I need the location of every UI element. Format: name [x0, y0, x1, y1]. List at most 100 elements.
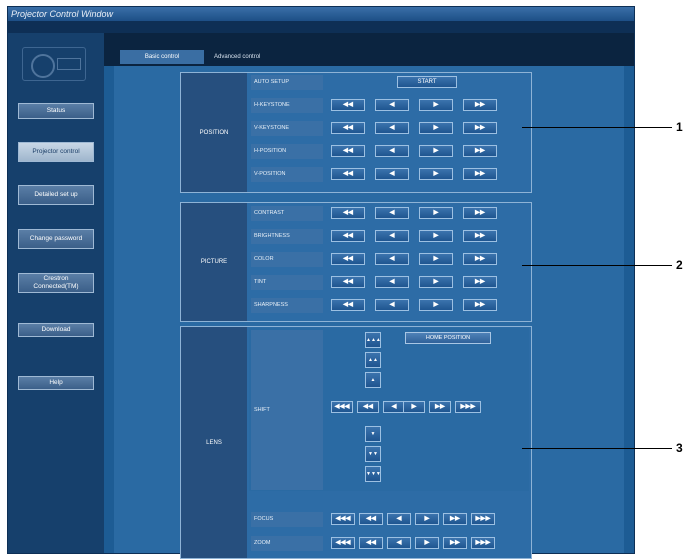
shift-right-medium-button[interactable]: ▶▶ [429, 401, 451, 413]
color-fast-right-button[interactable]: ▶▶ [463, 253, 497, 265]
zoom-fast-left-button[interactable]: ◀◀◀ [331, 537, 355, 549]
zoom-medium-left-button[interactable]: ◀◀ [359, 537, 383, 549]
shift-left-slow-button[interactable]: ◀ [383, 401, 405, 413]
contrast-fast-left-button[interactable]: ◀◀ [331, 207, 365, 219]
sidebar-item-crestron-connected[interactable]: Crestron Connected(TM) [18, 273, 94, 293]
h-keystone-left-button[interactable]: ◀ [375, 99, 409, 111]
brightness-left-button[interactable]: ◀ [375, 230, 409, 242]
sharpness-fast-right-button[interactable]: ▶▶ [463, 299, 497, 311]
contrast-right-button[interactable]: ▶ [419, 207, 453, 219]
picture-section-label: PICTURE [181, 203, 247, 321]
tint-fast-left-button[interactable]: ◀◀ [331, 276, 365, 288]
v-position-left-button[interactable]: ◀ [375, 168, 409, 180]
callout-number-2: 2 [676, 258, 683, 272]
projector-control-window: Projector Control Window Status Projecto… [7, 6, 635, 559]
h-keystone-row: H-KEYSTONE ◀◀ ◀ ▶ ▶▶ [249, 97, 529, 114]
v-keystone-fast-left-button[interactable]: ◀◀ [331, 122, 365, 134]
h-keystone-right-button[interactable]: ▶ [419, 99, 453, 111]
color-left-button[interactable]: ◀ [375, 253, 409, 265]
v-position-label: V-POSITION [251, 167, 323, 182]
brightness-label: BRIGHTNESS [251, 229, 323, 244]
h-keystone-fast-right-button[interactable]: ▶▶ [463, 99, 497, 111]
h-position-left-button[interactable]: ◀ [375, 145, 409, 157]
focus-medium-left-button[interactable]: ◀◀ [359, 513, 383, 525]
picture-panel: PICTURE CONTRAST ◀◀ ◀ ▶ ▶▶ BRIGHTNESS ◀◀… [180, 202, 532, 322]
h-position-right-button[interactable]: ▶ [419, 145, 453, 157]
focus-slow-right-button[interactable]: ▶ [415, 513, 439, 525]
focus-slow-left-button[interactable]: ◀ [387, 513, 411, 525]
contrast-row: CONTRAST ◀◀ ◀ ▶ ▶▶ [249, 205, 529, 222]
focus-medium-right-button[interactable]: ▶▶ [443, 513, 467, 525]
zoom-fast-right-button[interactable]: ▶▶▶ [471, 537, 495, 549]
focus-fast-left-button[interactable]: ◀◀◀ [331, 513, 355, 525]
v-keystone-row: V-KEYSTONE ◀◀ ◀ ▶ ▶▶ [249, 120, 529, 137]
callout-line-2 [522, 265, 672, 266]
zoom-slow-left-button[interactable]: ◀ [387, 537, 411, 549]
shift-up-slow-button[interactable]: ▲ [365, 372, 381, 388]
sidebar-item-help[interactable]: Help [18, 376, 94, 390]
v-position-row: V-POSITION ◀◀ ◀ ▶ ▶▶ [249, 166, 529, 183]
position-section-label: POSITION [181, 73, 247, 192]
h-position-fast-left-button[interactable]: ◀◀ [331, 145, 365, 157]
v-keystone-label: V-KEYSTONE [251, 121, 323, 136]
v-position-fast-right-button[interactable]: ▶▶ [463, 168, 497, 180]
sidebar-item-projector-control[interactable]: Projector control [18, 142, 94, 162]
sidebar: Status Projector control Detailed set up… [8, 33, 104, 553]
sharpness-label: SHARPNESS [251, 298, 323, 313]
auto-setup-label: AUTO SETUP [251, 75, 323, 90]
sharpness-left-button[interactable]: ◀ [375, 299, 409, 311]
v-position-fast-left-button[interactable]: ◀◀ [331, 168, 365, 180]
h-keystone-label: H-KEYSTONE [251, 98, 323, 113]
sidebar-item-detailed-set-up[interactable]: Detailed set up [18, 185, 94, 205]
shift-up-medium-button[interactable]: ▲▲ [365, 352, 381, 368]
focus-fast-right-button[interactable]: ▶▶▶ [471, 513, 495, 525]
tab-advanced-control[interactable]: Advanced control [208, 50, 300, 64]
brightness-fast-left-button[interactable]: ◀◀ [331, 230, 365, 242]
brightness-fast-right-button[interactable]: ▶▶ [463, 230, 497, 242]
v-keystone-fast-right-button[interactable]: ▶▶ [463, 122, 497, 134]
tab-basic-control[interactable]: Basic control [120, 50, 204, 64]
top-strip [8, 21, 634, 33]
auto-setup-start-button[interactable]: START [397, 76, 457, 88]
h-keystone-fast-left-button[interactable]: ◀◀ [331, 99, 365, 111]
sharpness-fast-left-button[interactable]: ◀◀ [331, 299, 365, 311]
shift-right-slow-button[interactable]: ▶ [403, 401, 425, 413]
tint-label: TINT [251, 275, 323, 290]
h-position-label: H-POSITION [251, 144, 323, 159]
h-position-fast-right-button[interactable]: ▶▶ [463, 145, 497, 157]
shift-down-fast-button[interactable]: ▼▼▼ [365, 466, 381, 482]
shift-down-slow-button[interactable]: ▼ [365, 426, 381, 442]
tint-fast-right-button[interactable]: ▶▶ [463, 276, 497, 288]
v-keystone-right-button[interactable]: ▶ [419, 122, 453, 134]
sharpness-right-button[interactable]: ▶ [419, 299, 453, 311]
v-keystone-left-button[interactable]: ◀ [375, 122, 409, 134]
tint-right-button[interactable]: ▶ [419, 276, 453, 288]
callout-line-3 [522, 448, 672, 449]
brightness-right-button[interactable]: ▶ [419, 230, 453, 242]
sidebar-item-status[interactable]: Status [18, 103, 94, 119]
color-fast-left-button[interactable]: ◀◀ [331, 253, 365, 265]
v-position-right-button[interactable]: ▶ [419, 168, 453, 180]
home-position-button[interactable]: HOME POSITION [405, 332, 491, 344]
sidebar-item-change-password[interactable]: Change password [18, 229, 94, 249]
shift-right-fast-button[interactable]: ▶▶▶ [455, 401, 481, 413]
shift-down-medium-button[interactable]: ▼▼ [365, 446, 381, 462]
color-right-button[interactable]: ▶ [419, 253, 453, 265]
contrast-label: CONTRAST [251, 206, 323, 221]
focus-label: FOCUS [251, 512, 323, 527]
shift-up-fast-button[interactable]: ▲▲▲ [365, 332, 381, 348]
auto-setup-row: AUTO SETUP START [249, 74, 529, 91]
contrast-left-button[interactable]: ◀ [375, 207, 409, 219]
zoom-slow-right-button[interactable]: ▶ [415, 537, 439, 549]
control-content: POSITION AUTO SETUP START H-KEYSTONE ◀◀ … [114, 66, 624, 559]
color-row: COLOR ◀◀ ◀ ▶ ▶▶ [249, 251, 529, 268]
contrast-fast-right-button[interactable]: ▶▶ [463, 207, 497, 219]
shift-left-medium-button[interactable]: ◀◀ [357, 401, 379, 413]
sidebar-item-download[interactable]: Download [18, 323, 94, 337]
tint-left-button[interactable]: ◀ [375, 276, 409, 288]
lens-panel: LENS SHIFT HOME POSITION ▲▲▲ ▲▲ ▲ ◀◀◀ ◀◀… [180, 326, 532, 559]
zoom-row: ZOOM ◀◀◀ ◀◀ ◀ ▶ ▶▶ ▶▶▶ [249, 535, 529, 552]
zoom-medium-right-button[interactable]: ▶▶ [443, 537, 467, 549]
shift-left-fast-button[interactable]: ◀◀◀ [331, 401, 353, 413]
window-title: Projector Control Window [8, 7, 634, 21]
